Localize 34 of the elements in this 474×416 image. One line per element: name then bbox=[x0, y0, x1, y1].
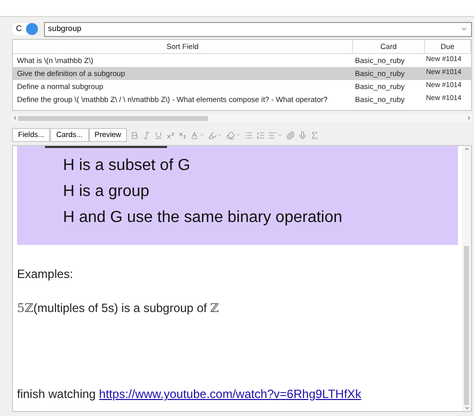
underline-icon[interactable] bbox=[154, 130, 164, 140]
scroll-up-icon[interactable] bbox=[464, 146, 470, 152]
bold-icon[interactable] bbox=[130, 130, 140, 140]
bullet-list-icon[interactable] bbox=[244, 130, 254, 140]
caret-icon[interactable] bbox=[277, 132, 284, 138]
paperclip-icon[interactable] bbox=[286, 130, 296, 140]
examples-label: Examples: bbox=[17, 266, 74, 283]
scroll-right-icon[interactable] bbox=[466, 115, 472, 121]
vertical-scrollbar[interactable] bbox=[462, 146, 471, 411]
text-color-icon[interactable] bbox=[190, 130, 200, 140]
align-icon[interactable] bbox=[268, 130, 278, 140]
highlighter-icon[interactable] bbox=[208, 130, 218, 140]
note-text: finish watching bbox=[17, 386, 97, 403]
chevron-down-icon bbox=[460, 25, 468, 33]
caret-icon[interactable] bbox=[217, 132, 224, 138]
video-link[interactable]: https://www.youtube.com/watch?v=6Rhg9LTHfXk bbox=[99, 385, 362, 403]
scroll-down-icon[interactable] bbox=[464, 405, 470, 411]
caret-icon[interactable] bbox=[199, 132, 206, 138]
formula-icon[interactable] bbox=[310, 130, 320, 140]
superscript-icon[interactable] bbox=[166, 130, 176, 140]
highlight-line: H and G use the same binary operation bbox=[63, 208, 344, 228]
scroll-left-icon[interactable] bbox=[12, 115, 18, 121]
italic-icon[interactable] bbox=[142, 130, 152, 140]
microphone-icon[interactable] bbox=[298, 130, 308, 140]
mode-toggle[interactable]: C bbox=[12, 23, 38, 35]
horizontal-scrollbar[interactable] bbox=[12, 114, 472, 122]
highlight-line: H is a group bbox=[63, 182, 150, 202]
eraser-icon[interactable] bbox=[226, 130, 236, 140]
example-text: 5ℤ(multiples of 5s) is a subgroup of ℤ bbox=[17, 300, 220, 317]
search-field[interactable]: subgroup bbox=[44, 22, 472, 36]
caret-icon[interactable] bbox=[235, 132, 242, 138]
highlight-line: H is a subset of G bbox=[63, 156, 192, 176]
numbered-list-icon[interactable] bbox=[256, 130, 266, 140]
subscript-icon[interactable] bbox=[178, 130, 188, 140]
